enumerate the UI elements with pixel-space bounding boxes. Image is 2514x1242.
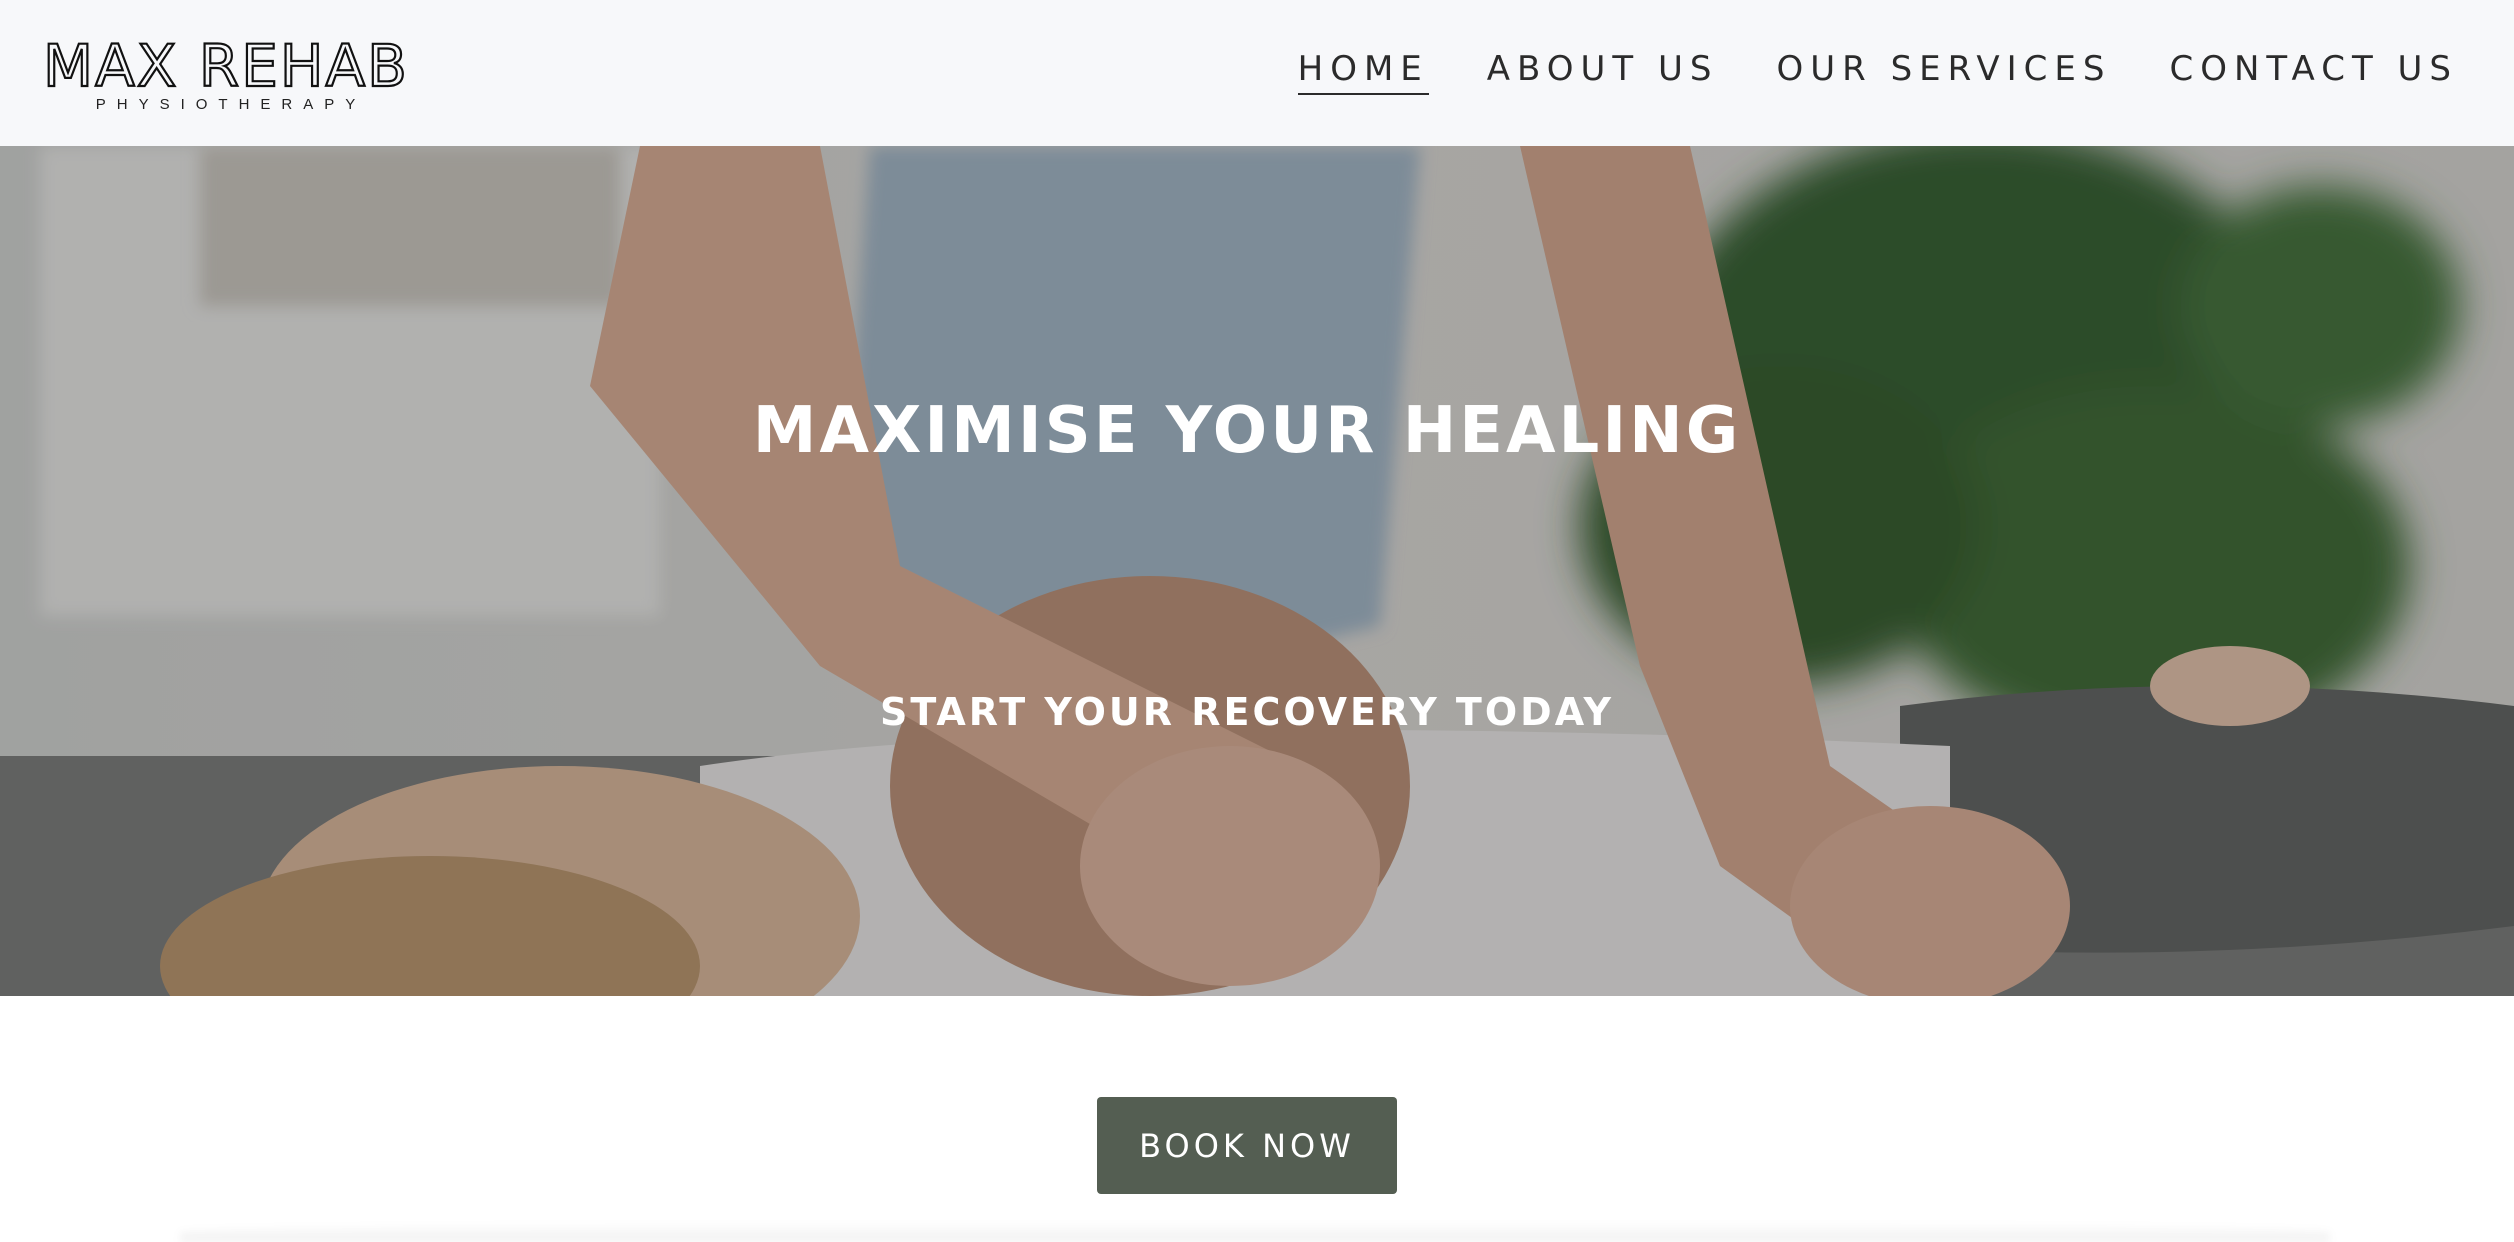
main-nav: HOME ABOUT US OUR SERVICES CONTACT US <box>1240 48 2458 96</box>
hero-subtitle: START YOUR RECOVERY TODAY <box>879 690 1614 734</box>
nav-our-services[interactable]: OUR SERVICES <box>1776 49 2111 95</box>
hero-overlay <box>0 146 2514 996</box>
book-now-button[interactable]: BOOK NOW <box>1097 1097 1397 1194</box>
logo-wordmark: MAX REHAB <box>46 34 406 94</box>
hero-banner: MAXIMISE YOUR HEALING START YOUR RECOVER… <box>0 146 2514 996</box>
logo-title: MAX REHAB <box>46 34 406 94</box>
hero-title: MAXIMISE YOUR HEALING <box>752 394 1742 468</box>
nav-contact-us[interactable]: CONTACT US <box>2169 49 2458 95</box>
section-shadow <box>180 1222 2330 1242</box>
nav-about-us[interactable]: ABOUT US <box>1487 49 1719 95</box>
logo-subtitle: PHYSIOTHERAPY <box>95 96 367 113</box>
logo[interactable]: MAX REHAB PHYSIOTHERAPY <box>46 34 406 116</box>
site-header: MAX REHAB PHYSIOTHERAPY HOME ABOUT US OU… <box>0 0 2514 146</box>
nav-home[interactable]: HOME <box>1297 49 1429 95</box>
